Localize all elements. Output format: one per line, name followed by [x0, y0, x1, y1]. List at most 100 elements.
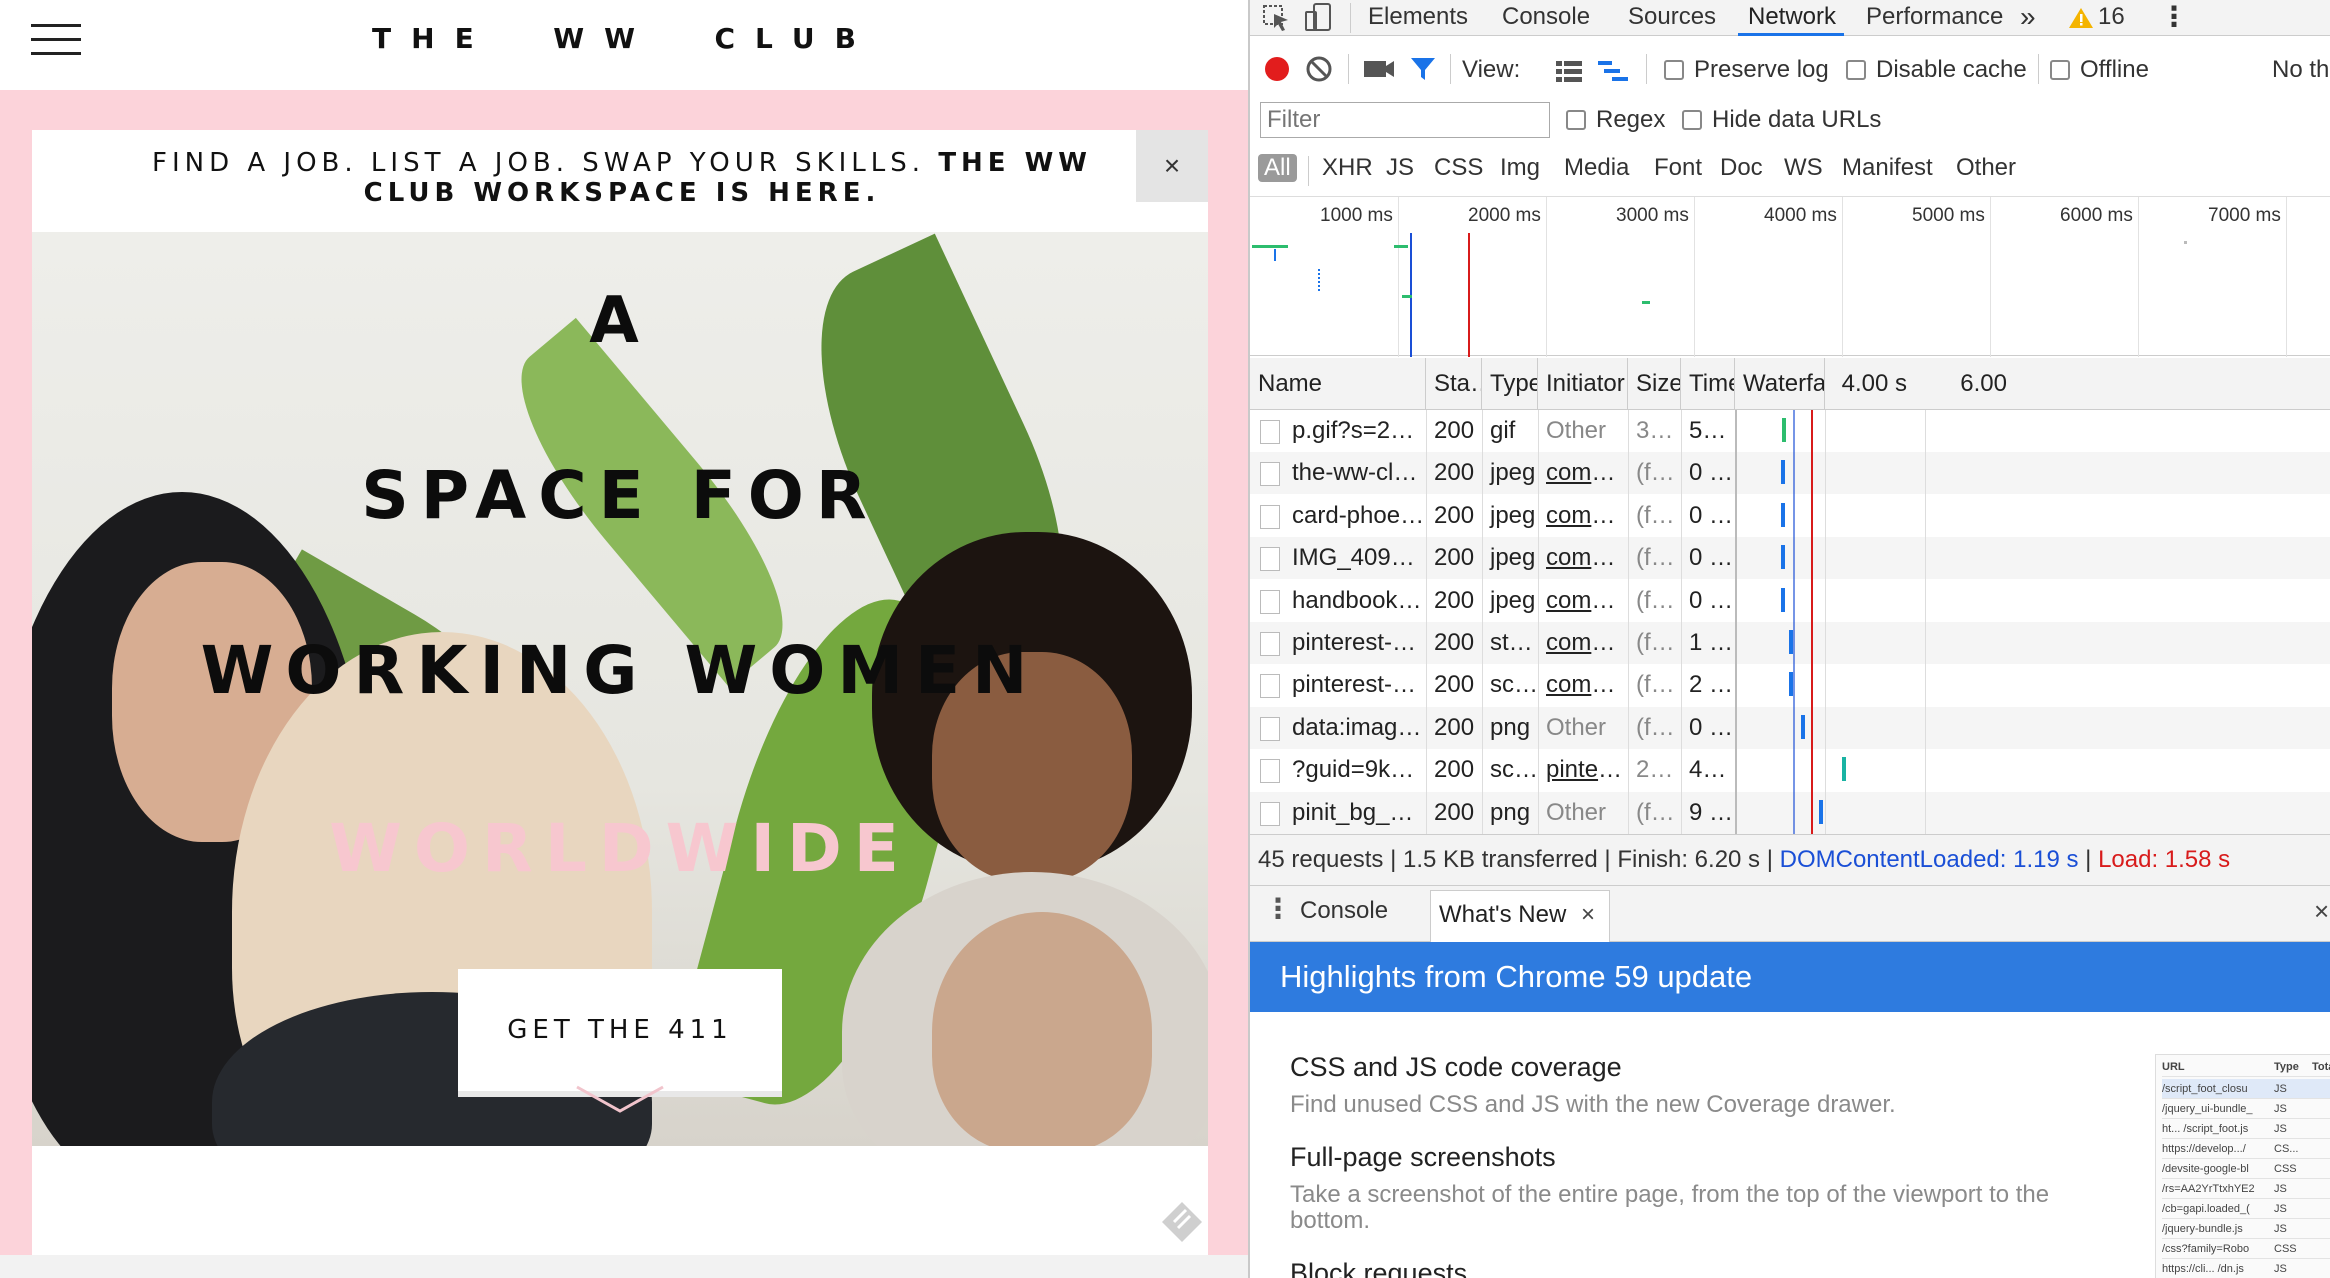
warning-icon[interactable]	[2068, 6, 2094, 30]
waterfall-bar	[1819, 799, 1823, 824]
waterfall-tick-4s: 4.00 s	[1841, 370, 1907, 397]
tag-icon[interactable]	[1160, 1200, 1204, 1244]
type-filter-js[interactable]: JS	[1386, 154, 1414, 182]
request-initiator[interactable]: commo…	[1538, 580, 1628, 622]
warning-count[interactable]: 16	[2098, 0, 2125, 36]
inspect-element-icon[interactable]	[1262, 4, 1290, 32]
type-filter-manifest[interactable]: Manifest	[1842, 154, 1933, 182]
waterfall-bar	[1781, 460, 1785, 485]
announcement-close-button[interactable]: ×	[1136, 130, 1208, 202]
device-toolbar-icon[interactable]	[1304, 2, 1334, 32]
request-initiator[interactable]: commo…	[1538, 452, 1628, 494]
hide-data-urls-checkbox[interactable]: Hide data URLs	[1682, 106, 1881, 134]
waterfall-bar	[1781, 545, 1785, 570]
drawer-tab-whats-new[interactable]: What's New ×	[1430, 890, 1610, 942]
table-row[interactable]: pinit_bg_en_rect… 200 png Other (fro… 9 ms	[1250, 791, 2330, 834]
request-name[interactable]: ?guid=9kFDBGx…	[1284, 749, 1426, 791]
more-tabs-button[interactable]: »	[2020, 0, 2036, 36]
waterfall-bar	[1781, 587, 1785, 612]
request-initiator[interactable]: commo…	[1538, 495, 1628, 537]
column-name[interactable]: Name	[1250, 358, 1426, 410]
table-row[interactable]: p.gif?s=2&k=646… 200 gif Other 36… 59 …	[1250, 410, 2330, 452]
disable-cache-checkbox[interactable]: Disable cache	[1846, 56, 2027, 84]
drawer-close-icon[interactable]: ×	[2314, 896, 2329, 927]
regex-checkbox[interactable]: Regex	[1566, 106, 1665, 134]
request-name[interactable]: pinterest-d41d8…	[1284, 622, 1426, 664]
close-icon[interactable]: ×	[1581, 901, 1595, 929]
thumb-url: /jquery-bundle.js	[2162, 1223, 2243, 1235]
request-initiator[interactable]: commo…	[1538, 622, 1628, 664]
table-row[interactable]: the-ww-club-sin… 200 jpegcommo… (fro… 0 ms	[1250, 452, 2330, 495]
column-type[interactable]: Type	[1482, 358, 1538, 410]
thumb-row: /jquery-bundle.js JS	[2162, 1219, 2330, 1239]
table-row[interactable]: data:image/png;… 200 png Other (fro… 0 ms	[1250, 706, 2330, 749]
request-name[interactable]: p.gif?s=2&k=646…	[1284, 410, 1426, 452]
chevron-down-icon[interactable]	[575, 1085, 665, 1115]
filter-input[interactable]	[1260, 102, 1550, 138]
column-status[interactable]: Sta…	[1426, 358, 1482, 410]
request-name[interactable]: pinit_bg_en_rect…	[1284, 792, 1426, 834]
feature-title[interactable]: CSS and JS code coverage	[1290, 1052, 1622, 1083]
preserve-log-checkbox[interactable]: Preserve log	[1664, 56, 1829, 84]
request-size: (fro…	[1636, 713, 1681, 741]
column-time[interactable]: Time	[1681, 358, 1735, 410]
drawer-tab-console[interactable]: Console	[1300, 894, 1388, 930]
column-size[interactable]: Size	[1628, 358, 1681, 410]
thumb-url: /rs=AA2YrTtxhYE2	[2162, 1183, 2255, 1195]
request-initiator[interactable]: pinteres…	[1538, 749, 1628, 791]
site-logo[interactable]: THE WW CLUB	[0, 22, 1248, 55]
request-initiator[interactable]: commo…	[1538, 537, 1628, 579]
feature-title[interactable]: Full-page screenshots	[1290, 1142, 1556, 1173]
request-size: (fro…	[1636, 586, 1681, 614]
large-rows-icon[interactable]	[1554, 58, 1584, 84]
request-initiator[interactable]: commo…	[1538, 664, 1628, 706]
type-filter-all[interactable]: All	[1258, 154, 1297, 182]
type-filter-font[interactable]: Font	[1654, 154, 1702, 182]
network-overview-timeline[interactable]: 1000 ms 2000 ms 3000 ms 4000 ms 5000 ms …	[1250, 196, 2330, 357]
throttling-select[interactable]: No th	[2272, 56, 2329, 84]
request-name[interactable]: IMG_4092.jpg?f…	[1284, 537, 1426, 579]
request-initiator: Other	[1546, 417, 1607, 444]
type-filter-other[interactable]: Other	[1956, 154, 2016, 182]
page-content-below-hero	[32, 1146, 1208, 1255]
thumb-row: /css?family=Robo CSS	[2162, 1239, 2330, 1259]
filter-icon[interactable]	[1408, 54, 1438, 84]
screenshot-camera-icon[interactable]	[1362, 56, 1396, 82]
table-row[interactable]: IMG_4092.jpg?f… 200 jpegcommo… (fro… 0 ms	[1250, 537, 2330, 580]
tab-console[interactable]: Console	[1502, 0, 1590, 36]
type-filter-img[interactable]: Img	[1500, 154, 1540, 182]
type-filter-media[interactable]: Media	[1564, 154, 1629, 182]
type-filter-xhr[interactable]: XHR	[1322, 154, 1373, 182]
waterfall-view-icon[interactable]	[1596, 58, 1632, 84]
devtools-menu-icon[interactable]: ⋮	[2160, 0, 2188, 36]
thumb-row: /script_foot_closu JS	[2162, 1079, 2330, 1099]
table-row[interactable]: pinterest-d41d8… 200 styl…commo… (fro… 1 ms	[1250, 622, 2330, 664]
table-row[interactable]: handbook1.jpg?f… 200 jpegcommo… (fro… 0 ms	[1250, 580, 2330, 622]
table-row[interactable]: ?guid=9kFDBGx… 200 scriptpinteres… 27… 42 …	[1250, 749, 2330, 791]
request-name[interactable]: pinterest-6a670c…	[1284, 664, 1426, 706]
table-row[interactable]: card-phoebe.JP… 200 jpegcommo… (fro… 0 ms	[1250, 495, 2330, 537]
tab-elements[interactable]: Elements	[1368, 0, 1468, 36]
record-icon[interactable]	[1262, 54, 1292, 84]
request-name[interactable]: data:image/png;…	[1284, 707, 1426, 749]
feature-title[interactable]: Block requests	[1290, 1258, 1467, 1278]
offline-checkbox[interactable]: Offline	[2050, 56, 2149, 84]
thumb-type: JS	[2274, 1123, 2287, 1135]
request-name[interactable]: the-ww-club-sin…	[1284, 452, 1426, 494]
column-waterfall[interactable]: Waterfall	[1735, 358, 1825, 410]
tab-performance[interactable]: Performance	[1866, 0, 2003, 36]
table-row[interactable]: pinterest-6a670c… 200 scriptcommo… (fro… 2 m…	[1250, 664, 2330, 706]
request-name[interactable]: card-phoebe.JP…	[1284, 495, 1426, 537]
thumb-url: ht... /script_foot.js	[2162, 1123, 2249, 1135]
request-type: script	[1490, 671, 1538, 699]
type-filter-ws[interactable]: WS	[1784, 154, 1823, 182]
column-initiator[interactable]: Initiator	[1538, 358, 1628, 410]
clear-icon[interactable]	[1304, 54, 1334, 84]
get-the-411-button[interactable]: GET THE 411	[458, 969, 782, 1097]
tab-sources[interactable]: Sources	[1628, 0, 1716, 36]
type-filter-css[interactable]: CSS	[1434, 154, 1483, 182]
type-filter-doc[interactable]: Doc	[1720, 154, 1763, 182]
drawer-menu-icon[interactable]: ⋮	[1264, 892, 1292, 925]
request-name[interactable]: handbook1.jpg?f…	[1284, 580, 1426, 622]
tab-network[interactable]: Network	[1738, 0, 1844, 36]
